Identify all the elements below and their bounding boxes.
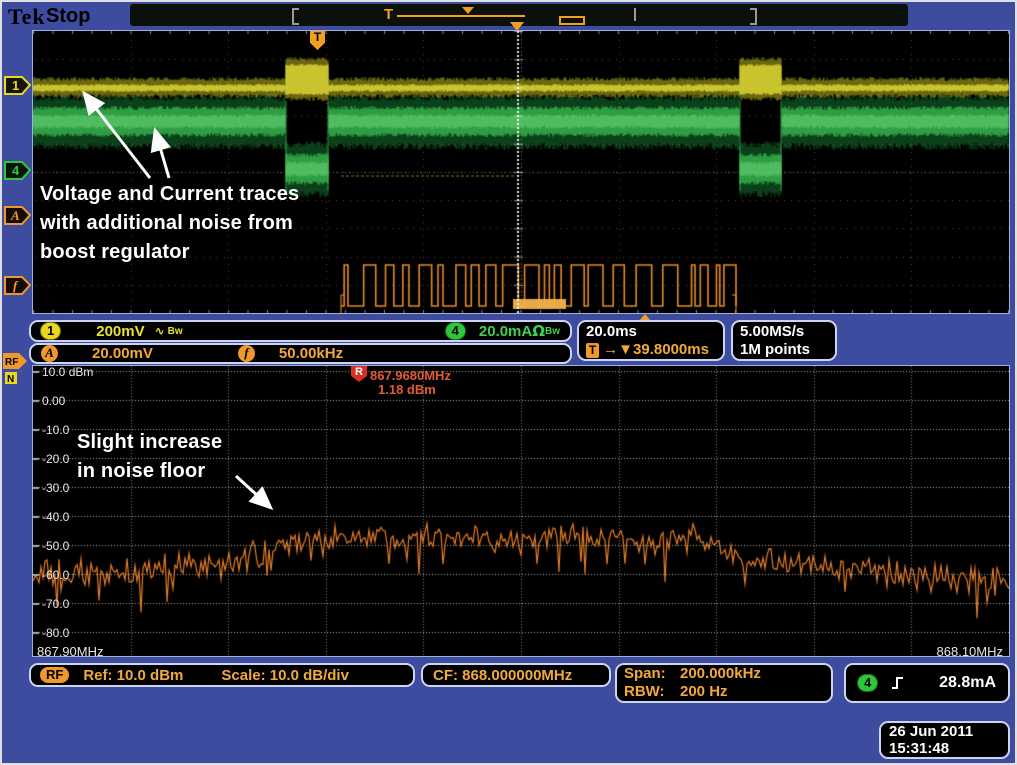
- channel1-scale: 200mV: [96, 323, 144, 340]
- math-freq-readout-bar[interactable]: A 20.00mV f 50.00kHz: [29, 343, 572, 364]
- delay-marker-icon: ▼: [618, 341, 633, 358]
- arrow-icon: →: [603, 341, 618, 358]
- freq-badge: f: [238, 345, 255, 362]
- spectrum-y-label: -70.0: [42, 597, 69, 611]
- span-label: Span:: [624, 665, 680, 683]
- acquisition-readout[interactable]: 5.00MS/s 1M points: [731, 320, 837, 361]
- trigger-delay: 39.8000ms: [633, 341, 709, 358]
- trigger-position-icon[interactable]: [462, 7, 474, 14]
- spectrum-start-freq: 867.90MHz: [37, 644, 103, 659]
- spectrum-y-label: 0.00: [42, 394, 65, 408]
- center-frequency-readout[interactable]: CF: 868.000000MHz: [421, 663, 611, 687]
- rf-normal-trace-label: N: [7, 374, 14, 385]
- rf-marker-label: RF: [5, 357, 18, 368]
- spectrum-canvas: [33, 366, 1009, 656]
- top-annotation-line: Voltage and Current traces: [40, 180, 299, 209]
- channel-readout-bar[interactable]: 1 200mV ∿ Bw 4 20.0mA Ω Bw: [29, 320, 572, 342]
- trigger-handle-icon[interactable]: T: [384, 6, 393, 23]
- marker-amplitude: 1.18 dBm: [378, 382, 436, 397]
- channel1-label: 1: [12, 78, 19, 93]
- spectrum-y-label: -50.0: [42, 539, 69, 553]
- rf-ref-level: Ref: 10.0 dBm: [83, 667, 183, 684]
- record-tick: [634, 8, 636, 21]
- expansion-point-icon[interactable]: [510, 22, 524, 31]
- timebase-scale: 20.0ms: [586, 323, 637, 341]
- spectrum-annotation-line: in noise floor: [77, 457, 222, 486]
- spectrum-y-label: -80.0: [42, 626, 69, 640]
- time-value: 15:31:48: [889, 740, 949, 757]
- record-length: 1M points: [740, 341, 810, 359]
- rbw-value: 200 Hz: [680, 683, 728, 700]
- freq-position-marker[interactable]: f: [4, 276, 31, 295]
- zoom-bracket-left-icon[interactable]: [292, 8, 299, 25]
- oscilloscope-screen: Tek Stop T 1 4 A f RF N T V: [0, 0, 1017, 765]
- time-domain-graticule[interactable]: [32, 30, 1010, 314]
- mathA-badge: A: [41, 345, 58, 362]
- trigger-level: 28.8mA: [939, 674, 996, 692]
- center-frequency: CF: 868.000000MHz: [433, 667, 572, 684]
- waveform-canvas: [33, 31, 1009, 313]
- channel4-position-marker[interactable]: 4: [4, 161, 31, 180]
- zoom-bracket-right-icon[interactable]: [750, 8, 757, 25]
- span-value: 200.000kHz: [680, 665, 761, 682]
- spectrum-annotation-line: Slight increase: [77, 428, 222, 457]
- spectrum-y-label: -40.0: [42, 510, 69, 524]
- channel4-label: 4: [12, 163, 20, 178]
- rf-position-marker[interactable]: RF N: [3, 353, 29, 390]
- marker-frequency: 867.9680MHz: [370, 368, 451, 383]
- bandwidth-limit-icon: Bw: [545, 326, 560, 337]
- trigger-source-badge: 4: [858, 675, 877, 691]
- top-annotation-line: boost regulator: [40, 238, 299, 267]
- top-annotation: Voltage and Current traces with addition…: [40, 180, 299, 267]
- date-value: 26 Jun 2011: [889, 723, 973, 740]
- rf-settings-readout[interactable]: RF Ref: 10.0 dBm Scale: 10.0 dB/div: [29, 663, 415, 687]
- mathA-scale: 20.00mV: [92, 345, 153, 362]
- ohm-icon: Ω: [532, 322, 545, 340]
- rising-edge-icon: [891, 675, 905, 691]
- acquisition-status: Stop: [46, 5, 90, 28]
- channel1-badge: 1: [41, 323, 60, 339]
- zoom-window-icon[interactable]: [559, 16, 585, 25]
- span-rbw-readout[interactable]: Span:200.000kHz RBW:200 Hz: [615, 663, 833, 703]
- spectrum-annotation: Slight increase in noise floor: [77, 428, 222, 486]
- channel4-badge: 4: [446, 323, 465, 339]
- spectrum-y-label: -10.0: [42, 423, 69, 437]
- spectrum-y-label: -30.0: [42, 481, 69, 495]
- top-annotation-line: with additional noise from: [40, 209, 299, 238]
- tek-logo: Tek: [8, 4, 46, 30]
- sample-rate: 5.00MS/s: [740, 323, 804, 341]
- freq-value: 50.00kHz: [279, 345, 343, 362]
- spectrum-y-label: -60.0: [42, 568, 69, 582]
- rbw-label: RBW:: [624, 683, 680, 701]
- rf-scale: Scale: 10.0 dB/div: [221, 667, 349, 684]
- rf-trigger-readout[interactable]: 4 28.8mA: [844, 663, 1010, 703]
- rf-badge: RF: [40, 667, 69, 683]
- spectrum-y-label: 10.0 dBm: [42, 365, 93, 379]
- coupling-icon: ∿: [155, 324, 165, 338]
- bandwidth-limit-icon: Bw: [168, 326, 183, 337]
- trigger-t-icon: T: [586, 343, 599, 358]
- mathA-position-marker[interactable]: A: [4, 206, 31, 225]
- datetime-readout[interactable]: 26 Jun 2011 15:31:48: [879, 721, 1010, 759]
- channel1-position-marker[interactable]: 1: [4, 76, 31, 95]
- spectrum-y-label: -20.0: [42, 452, 69, 466]
- rf-spectrum-graticule[interactable]: 867.90MHz 868.10MHz 10.0 dBm 0.00 -10.0 -20…: [32, 365, 1010, 657]
- mathA-label: A: [10, 208, 20, 223]
- channel4-scale: 20.0mA: [479, 323, 532, 340]
- timebase-readout[interactable]: 20.0ms T →▼39.8000ms: [577, 320, 725, 361]
- spectrum-stop-freq: 868.10MHz: [937, 644, 1003, 659]
- trigger-span-line: [397, 15, 525, 17]
